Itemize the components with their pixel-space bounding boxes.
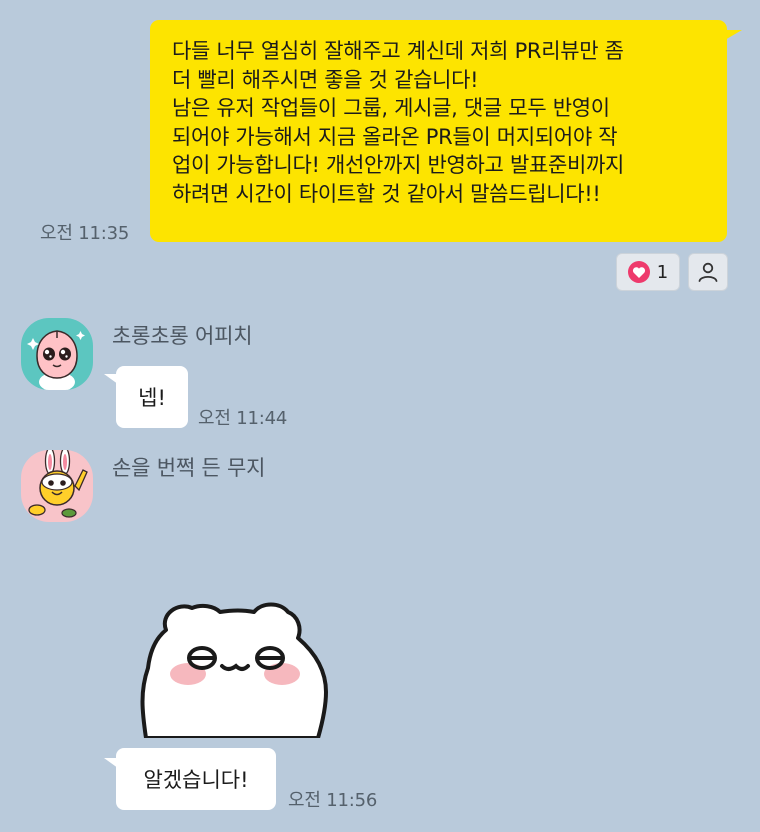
person-icon	[698, 262, 718, 282]
heart-reaction-button[interactable]: 1	[616, 253, 680, 291]
incoming-message-bubble[interactable]: 넵!	[116, 366, 188, 428]
sender-name-apeach: 초롱초롱 어피치	[112, 324, 253, 348]
reacted-members-button[interactable]	[688, 253, 728, 291]
sender-name-muzi: 손을 번쩍 든 무지	[112, 456, 266, 480]
my-message-time: 오전 11:35	[40, 223, 130, 244]
my-message-bubble[interactable]: 다들 너무 열심히 잘해주고 계신데 저희 PR리뷰만 좀 더 빨리 해주시면 …	[150, 20, 727, 242]
muzi-avatar[interactable]	[21, 450, 93, 522]
apeach-avatar[interactable]	[21, 318, 93, 390]
white-bear-sticker[interactable]	[140, 596, 330, 738]
incoming-message-bubble[interactable]: 알겠습니다!	[116, 748, 276, 810]
heart-icon	[627, 261, 650, 283]
incoming-message-time: 오전 11:56	[288, 790, 378, 811]
incoming-message-time: 오전 11:44	[198, 408, 288, 429]
my-message-tail	[718, 30, 742, 44]
reaction-count: 1	[656, 261, 669, 283]
